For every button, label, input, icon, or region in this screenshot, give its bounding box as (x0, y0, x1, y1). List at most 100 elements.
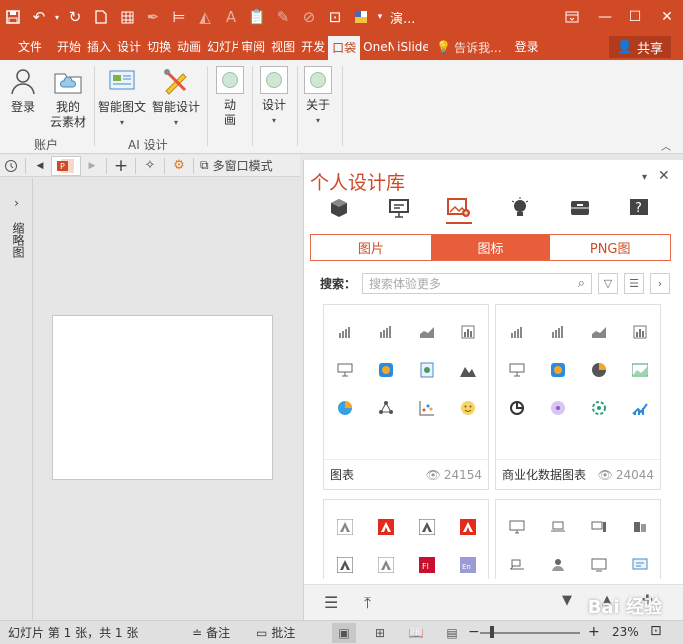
smart-design-button[interactable]: 智能设计 ▾ (152, 66, 200, 130)
slideshow-view-icon[interactable]: ▤ (440, 623, 464, 643)
ppt-tab-icon[interactable]: P (51, 155, 81, 176)
tell-me-box[interactable]: 💡 告诉我... (436, 39, 501, 56)
history-icon[interactable] (0, 156, 22, 176)
text-color-icon[interactable]: A (218, 4, 244, 30)
menu-icon[interactable]: ☰ (324, 593, 338, 612)
fit-slide-icon[interactable]: ⊡ (650, 623, 662, 639)
icon-set-card[interactable]: Fl En (323, 499, 489, 579)
grid-icon[interactable] (114, 4, 140, 30)
login-link[interactable]: 登录 (512, 35, 542, 59)
eyedropper-icon[interactable]: ✒ (140, 4, 166, 30)
icon-set-card[interactable] (495, 499, 661, 579)
image-library-icon[interactable] (446, 196, 472, 224)
tab-onenote[interactable]: OneNote (360, 35, 394, 59)
zoom-in-icon[interactable]: + (588, 624, 600, 640)
mountain-chart-icon (447, 351, 488, 389)
cloud-folder-icon (54, 73, 82, 94)
icon-set-card[interactable]: 图表 👁 24154 (323, 304, 489, 490)
adobe-icon (365, 546, 406, 579)
next-page-icon[interactable]: › (650, 272, 670, 294)
crop-icon[interactable]: ⊡ (322, 4, 348, 30)
paste-icon[interactable]: 📋 (244, 4, 270, 30)
filter-icon[interactable]: ▽ (598, 272, 618, 294)
next-arrow-icon[interactable]: ▶ (81, 156, 103, 176)
comments-button[interactable]: ▭ 批注 (256, 624, 320, 641)
tab-animations[interactable]: 动画 (174, 35, 204, 59)
icon-set-card[interactable]: 商业化数据图表 👁 24044 (495, 304, 661, 490)
animation-button[interactable]: 动 画 (216, 66, 244, 128)
color-icon[interactable] (348, 4, 374, 30)
tab-design[interactable]: 设计 (114, 35, 144, 59)
multi-window-button[interactable]: ⧉ 多窗口模式 (197, 156, 276, 176)
redo-icon[interactable]: ↻ (62, 4, 88, 30)
magic-wand-icon[interactable]: ✧ (139, 156, 161, 176)
expand-chevron-icon[interactable]: › (0, 196, 33, 210)
prev-arrow-icon[interactable]: ◀ (29, 156, 51, 176)
thumbnail-label[interactable]: 缩略图 (10, 222, 27, 258)
shape-icon[interactable]: ⊘ (296, 4, 322, 30)
reading-view-icon[interactable]: 📖 (404, 623, 428, 643)
slide-workspace (34, 178, 300, 620)
zoom-slider[interactable] (480, 632, 580, 634)
ribbon-display-icon[interactable] (557, 0, 587, 34)
presentation-icon[interactable] (386, 196, 412, 220)
panel-options-icon[interactable]: ▾ (642, 172, 647, 183)
brush-icon[interactable]: ✎ (270, 4, 296, 30)
notes-button[interactable]: ≐ 备注 (192, 624, 256, 641)
fill-icon[interactable]: ◭ (192, 4, 218, 30)
zoom-out-icon[interactable]: − (468, 624, 480, 640)
eye-icon: 👁 (425, 467, 441, 482)
segment-png[interactable]: PNG图 (550, 235, 670, 260)
tab-pocket[interactable]: 口袋 (328, 36, 361, 60)
donut-chart-icon (496, 389, 537, 427)
undo-icon[interactable]: ↶ (26, 4, 52, 30)
storage-icon[interactable] (567, 196, 593, 220)
tab-slideshow[interactable]: 幻灯片 (204, 35, 238, 59)
tab-view[interactable]: 视图 (268, 35, 298, 59)
sort-icon[interactable]: ☰ (624, 272, 644, 294)
tab-islide[interactable]: iSlide (394, 35, 428, 59)
help-icon[interactable]: ? (626, 196, 652, 220)
normal-view-icon[interactable]: ▣ (332, 622, 356, 643)
maximize-icon[interactable]: ☐ (620, 0, 650, 34)
align-icon[interactable]: ⊨ (166, 4, 192, 30)
watermark-text: Bai 经验 (587, 597, 662, 618)
lightbulb-icon[interactable] (507, 196, 533, 220)
segment-pictures[interactable]: 图片 (311, 235, 431, 260)
zoom-slider-thumb[interactable] (490, 626, 494, 638)
close-icon[interactable]: ✕ (652, 0, 682, 34)
tab-transitions[interactable]: 切换 (144, 35, 174, 59)
dropdown-icon[interactable]: ▾ (52, 4, 62, 30)
box-icon[interactable] (326, 196, 352, 220)
search-input[interactable]: 搜索体验更多 ⌕ (362, 272, 592, 294)
tab-review[interactable]: 审阅 (238, 35, 268, 59)
ribbon: 登录 我的 云素材 账户 智能图文 ▾ 智能设计 ▾ AI 设计 动 画 设计 … (0, 60, 683, 154)
login-button[interactable]: 登录 (8, 66, 38, 115)
settings-gear-icon[interactable]: ⚙ (168, 156, 190, 176)
icon-grid (496, 508, 660, 579)
search-icon[interactable]: ⌕ (578, 276, 585, 291)
share-button[interactable]: 👤 共享 (608, 36, 671, 58)
tab-home[interactable]: 开始 (54, 35, 84, 59)
customize-qa-icon[interactable]: ▾ (374, 4, 386, 30)
add-icon[interactable]: + (110, 156, 132, 176)
zoom-level[interactable]: 23% (612, 625, 639, 639)
my-cloud-button[interactable]: 我的 云素材 (50, 66, 86, 130)
upload-icon[interactable]: ⤒ (364, 593, 371, 613)
collapse-ribbon-icon[interactable]: ︿ (661, 138, 671, 153)
new-file-icon[interactable] (88, 4, 114, 30)
slide-canvas[interactable] (52, 315, 273, 480)
slide-sorter-icon[interactable]: ⊞ (368, 623, 392, 643)
smart-graphic-button[interactable]: 智能图文 ▾ (98, 66, 146, 130)
collapse-down-icon[interactable]: ▼ (562, 593, 572, 608)
tab-file[interactable]: 文件 (0, 35, 54, 59)
tab-insert[interactable]: 插入 (84, 35, 114, 59)
save-icon[interactable] (0, 4, 26, 30)
tab-developer[interactable]: 开发 (298, 35, 328, 59)
panel-close-icon[interactable]: ✕ (658, 168, 670, 184)
about-button[interactable]: 关于 ▾ (304, 66, 332, 128)
segment-icons[interactable]: 图标 (430, 235, 551, 260)
computer-icon (578, 508, 619, 546)
minimize-icon[interactable]: — (590, 0, 620, 34)
design-button[interactable]: 设计 ▾ (260, 66, 288, 128)
